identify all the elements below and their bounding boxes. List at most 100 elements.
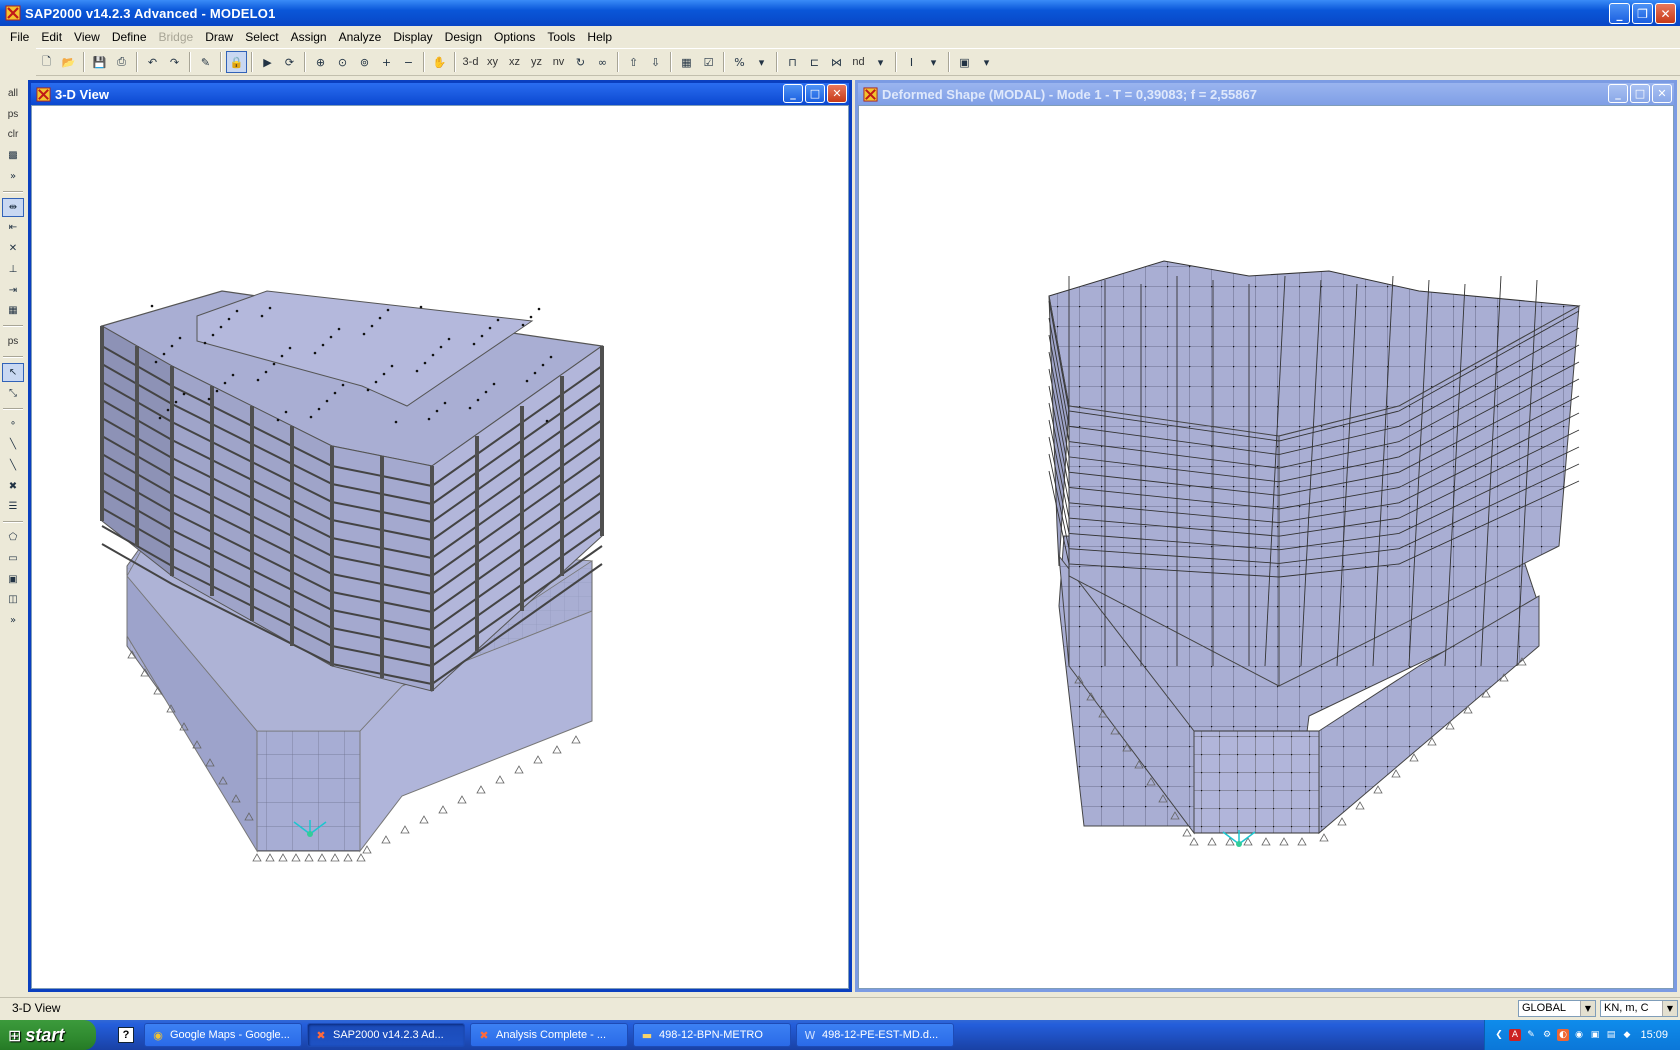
- frame-deform-icon[interactable]: ⊏: [804, 51, 825, 73]
- view-nv-button[interactable]: nv: [548, 51, 569, 73]
- truss-icon[interactable]: ⋈: [826, 51, 847, 73]
- zoom-previous-icon[interactable]: ⊚: [354, 51, 375, 73]
- snap-points-icon[interactable]: ⇹: [2, 197, 24, 217]
- tray-chrome-icon[interactable]: ◉: [1573, 1029, 1585, 1041]
- dropdown-chevron-icon[interactable]: ▾: [751, 51, 772, 73]
- set-display-icon[interactable]: ▦: [676, 51, 697, 73]
- menu-file[interactable]: File: [4, 27, 35, 47]
- dropdown-chevron-icon[interactable]: ▾: [976, 51, 997, 73]
- start-button[interactable]: ⊞ start: [0, 1020, 96, 1050]
- menu-assign[interactable]: Assign: [285, 27, 333, 47]
- snap-intersections-icon[interactable]: ✕: [2, 239, 24, 258]
- check-icon[interactable]: ☑: [698, 51, 719, 73]
- menu-options[interactable]: Options: [488, 27, 541, 47]
- task-sap2000[interactable]: ✖ SAP2000 v14.2.3 Ad...: [307, 1023, 465, 1047]
- tray-update-icon[interactable]: ◆: [1621, 1029, 1633, 1041]
- zoom-out-icon[interactable]: −: [398, 51, 419, 73]
- maximize-button[interactable]: □: [1630, 84, 1650, 103]
- pan-icon[interactable]: ✋: [429, 51, 450, 73]
- print-icon[interactable]: ⎙: [111, 51, 132, 73]
- pointer-icon[interactable]: ↖: [2, 363, 24, 382]
- chevron-down-icon[interactable]: ▼: [1662, 1001, 1677, 1016]
- tray-display-icon[interactable]: ▤: [1605, 1029, 1617, 1041]
- dropdown-chevron-icon[interactable]: ▾: [923, 51, 944, 73]
- down-arrow-icon[interactable]: ⇩: [645, 51, 666, 73]
- close-button[interactable]: ✕: [1652, 84, 1672, 103]
- draw-joint-icon[interactable]: ∘: [2, 415, 24, 434]
- section-cut-icon[interactable]: I: [901, 51, 922, 73]
- minimize-button[interactable]: _: [1608, 84, 1628, 103]
- window-3d-view-title-bar[interactable]: 3-D View _ □ ✕: [31, 83, 849, 105]
- tray-back-icon[interactable]: ❮: [1493, 1029, 1505, 1041]
- previous-select-button-2[interactable]: ps: [2, 332, 24, 351]
- menu-draw[interactable]: Draw: [199, 27, 239, 47]
- zoom-in-icon[interactable]: +: [376, 51, 397, 73]
- task-folder-bpn-metro[interactable]: ▬ 498-12-BPN-METRO: [633, 1023, 791, 1047]
- task-google-maps[interactable]: ◉ Google Maps - Google...: [144, 1023, 302, 1047]
- expand-chevron-icon[interactable]: »: [2, 611, 24, 630]
- refresh-icon[interactable]: ⟳: [279, 51, 300, 73]
- snap-lines-icon[interactable]: ⇥: [2, 281, 24, 300]
- snap-ends-icon[interactable]: ⇤: [2, 219, 24, 238]
- named-display-button[interactable]: nd: [848, 51, 869, 73]
- menu-define[interactable]: Define: [106, 27, 153, 47]
- view-xz-button[interactable]: xz: [504, 51, 525, 73]
- expand-chevron-icon[interactable]: »: [2, 167, 24, 186]
- dropdown-chevron-icon[interactable]: ▾: [870, 51, 891, 73]
- frame-icon[interactable]: ⊓: [782, 51, 803, 73]
- clear-selection-button[interactable]: clr: [2, 126, 24, 145]
- model-viewport-deformed[interactable]: [858, 105, 1674, 989]
- window-3d-view[interactable]: 3-D View _ □ ✕: [28, 80, 852, 992]
- maximize-button[interactable]: □: [805, 84, 825, 103]
- app-title-bar[interactable]: SAP2000 v14.2.3 Advanced - MODELO1 _ ❐ ✕: [0, 0, 1680, 26]
- rotate-icon[interactable]: ↻: [570, 51, 591, 73]
- menu-bridge[interactable]: Bridge: [153, 27, 200, 47]
- hatch-icon[interactable]: ▩: [2, 146, 24, 165]
- object-shrink-icon[interactable]: ▣: [954, 51, 975, 73]
- open-folder-icon[interactable]: 📂: [58, 51, 79, 73]
- tray-computer-icon[interactable]: ▣: [1589, 1029, 1601, 1041]
- task-analysis-complete[interactable]: ✖ Analysis Complete - ...: [470, 1023, 628, 1047]
- run-analysis-icon[interactable]: ▶: [257, 51, 278, 73]
- tray-pen-icon[interactable]: ✎: [1525, 1029, 1537, 1041]
- pencil-icon[interactable]: ✎: [195, 51, 216, 73]
- view-xy-button[interactable]: xy: [482, 51, 503, 73]
- model-viewport-3d[interactable]: [31, 105, 849, 989]
- reshape-icon[interactable]: ⤡: [2, 384, 24, 403]
- redo-icon[interactable]: ↷: [164, 51, 185, 73]
- save-icon[interactable]: 💾: [89, 51, 110, 73]
- quick-draw-brace-icon[interactable]: ✖: [2, 477, 24, 496]
- menu-design[interactable]: Design: [439, 27, 488, 47]
- undo-icon[interactable]: ↶: [142, 51, 163, 73]
- minimize-button[interactable]: _: [1609, 3, 1630, 24]
- zoom-window-icon[interactable]: ⊕: [310, 51, 331, 73]
- perspective-icon[interactable]: ∞: [592, 51, 613, 73]
- menu-display[interactable]: Display: [387, 27, 438, 47]
- snap-perpendicular-icon[interactable]: ⊥: [2, 260, 24, 279]
- quick-draw-area-icon[interactable]: ▣: [2, 570, 24, 589]
- coordinate-system-select[interactable]: GLOBAL ▼: [1518, 1000, 1596, 1017]
- tray-antivirus-icon[interactable]: ◐: [1557, 1029, 1569, 1041]
- up-arrow-icon[interactable]: ⇧: [623, 51, 644, 73]
- draw-rect-area-icon[interactable]: ▭: [2, 549, 24, 568]
- window-deformed-shape[interactable]: Deformed Shape (MODAL) - Mode 1 - T = 0,…: [855, 80, 1677, 992]
- menu-view[interactable]: View: [68, 27, 106, 47]
- chevron-down-icon[interactable]: ▼: [1580, 1001, 1595, 1016]
- draw-frame-icon[interactable]: ╲: [2, 435, 24, 454]
- previous-select-button[interactable]: ps: [2, 105, 24, 124]
- close-button[interactable]: ✕: [827, 84, 847, 103]
- restore-button[interactable]: ❐: [1632, 3, 1653, 24]
- percent-icon[interactable]: %: [729, 51, 750, 73]
- tray-acrobat-icon[interactable]: A: [1509, 1029, 1521, 1041]
- view-yz-button[interactable]: yz: [526, 51, 547, 73]
- units-select[interactable]: KN, m, C ▼: [1600, 1000, 1678, 1017]
- window-deformed-shape-title-bar[interactable]: Deformed Shape (MODAL) - Mode 1 - T = 0,…: [858, 83, 1674, 105]
- lock-icon[interactable]: 🔒: [226, 51, 247, 73]
- draw-link-icon[interactable]: ☰: [2, 498, 24, 517]
- new-file-icon[interactable]: 🗋: [36, 51, 57, 73]
- draw-solid-icon[interactable]: ◫: [2, 591, 24, 610]
- select-all-button[interactable]: all: [2, 84, 24, 103]
- help-icon[interactable]: ?: [118, 1027, 134, 1043]
- task-word-document[interactable]: W 498-12-PE-EST-MD.d...: [796, 1023, 954, 1047]
- zoom-full-icon[interactable]: ⊙: [332, 51, 353, 73]
